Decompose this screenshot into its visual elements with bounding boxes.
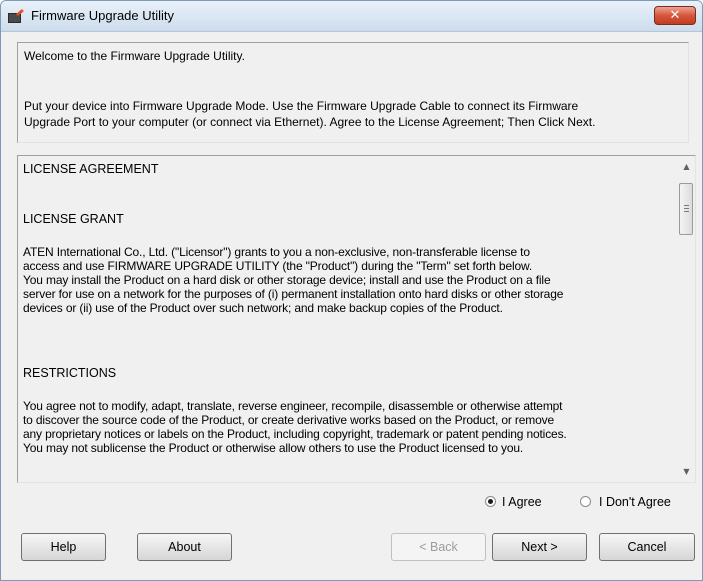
license-grant-line: access and use FIRMWARE UPGRADE UTILITY … (23, 259, 533, 273)
grip-line (684, 205, 689, 206)
welcome-panel: Welcome to the Firmware Upgrade Utility.… (17, 42, 689, 143)
app-icon (8, 8, 25, 23)
restrictions-line: any proprietary notices or labels on the… (23, 427, 567, 441)
license-text-area[interactable]: LICENSE AGREEMENT LICENSE GRANT ATEN Int… (17, 155, 696, 483)
grip-line (684, 208, 689, 209)
help-button[interactable]: Help (21, 533, 106, 561)
license-grant-heading: LICENSE GRANT (23, 212, 124, 226)
welcome-text: Welcome to the Firmware Upgrade Utility. (24, 49, 245, 63)
firmware-upgrade-window: Firmware Upgrade Utility ✕ Welcome to th… (0, 0, 703, 581)
window-title: Firmware Upgrade Utility (31, 8, 175, 23)
agree-radio-circle[interactable] (485, 496, 496, 507)
back-button[interactable]: < Back (391, 533, 486, 561)
grip-line (684, 211, 689, 212)
restrictions-line: You agree not to modify, adapt, translat… (23, 399, 563, 413)
scroll-down-arrow-icon[interactable]: ▼ (678, 463, 695, 480)
restrictions-heading: RESTRICTIONS (23, 366, 117, 380)
next-button[interactable]: Next > (492, 533, 587, 561)
instructions-line-1: Put your device into Firmware Upgrade Mo… (24, 99, 579, 113)
title-bar[interactable]: Firmware Upgrade Utility ✕ (1, 1, 702, 32)
restrictions-line: to discover the source code of the Produ… (23, 413, 554, 427)
license-grant-line: You may install the Product on a hard di… (23, 273, 551, 287)
license-heading: LICENSE AGREEMENT (23, 162, 159, 176)
about-button[interactable]: About (137, 533, 232, 561)
vertical-scrollbar[interactable]: ▲ ▼ (678, 156, 695, 482)
scroll-up-arrow-icon[interactable]: ▲ (678, 158, 695, 175)
close-button[interactable]: ✕ (654, 6, 696, 25)
disagree-radio-circle[interactable] (580, 496, 591, 507)
agree-label[interactable]: I Agree (502, 495, 542, 509)
scroll-thumb[interactable] (679, 183, 693, 235)
license-grant-line: devices or (ii) use of the Product over … (23, 301, 503, 315)
license-grant-line: server for use on a network for the purp… (23, 287, 564, 301)
close-icon: ✕ (669, 8, 681, 23)
instructions-line-2: Upgrade Port to your computer (or connec… (24, 115, 596, 129)
cancel-button[interactable]: Cancel (599, 533, 695, 561)
restrictions-line: You may not sublicense the Product or ot… (23, 441, 524, 455)
disagree-label[interactable]: I Don't Agree (599, 495, 671, 509)
radio-selected-dot (488, 499, 493, 504)
license-grant-line: ATEN International Co., Ltd. ("Licensor"… (23, 245, 530, 259)
